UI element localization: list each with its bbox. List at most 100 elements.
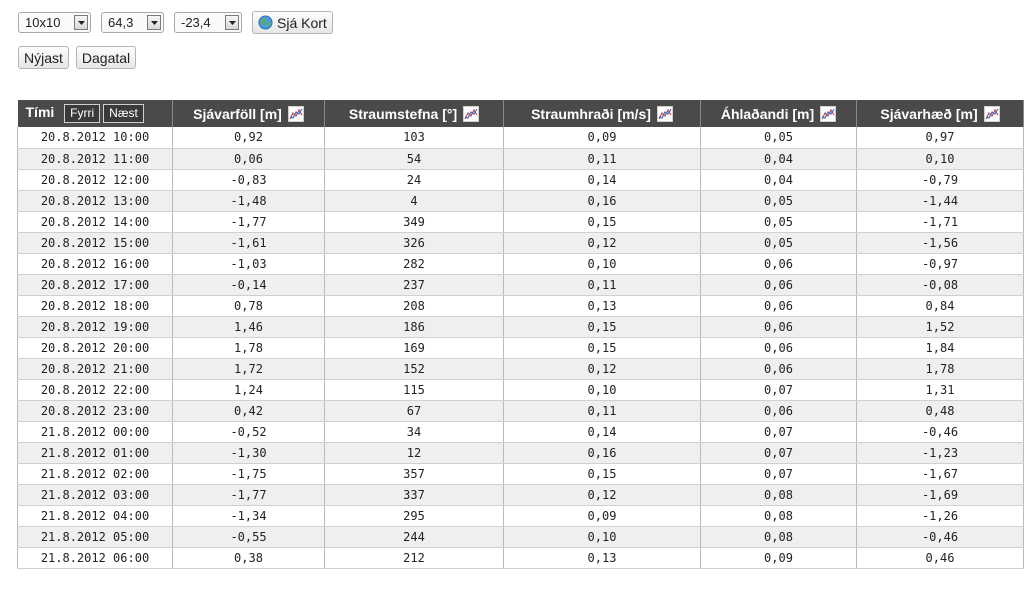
surge-cell: 0,06 — [700, 316, 857, 338]
grid-size-select[interactable]: 10x10 — [18, 12, 91, 33]
latitude-select[interactable]: 64,3 — [101, 12, 164, 33]
time-cell: 20.8.2012 11:00 — [17, 148, 173, 170]
time-header-label: Tími — [25, 104, 55, 121]
table-row: 20.8.2012 11:00 0,06 54 0,11 0,04 0,10 — [17, 148, 1024, 170]
table-row: 20.8.2012 17:00 -0,14 237 0,11 0,06 -0,08 — [17, 274, 1024, 296]
speed-cell: 0,11 — [503, 274, 701, 296]
table-row: 20.8.2012 23:00 0,42 67 0,11 0,06 0,48 — [17, 400, 1024, 422]
time-cell: 20.8.2012 23:00 — [17, 400, 173, 422]
location-controls: 10x10 64,3 -23,4 Sjá Kort — [18, 11, 340, 34]
chart-icon[interactable] — [820, 105, 837, 122]
time-cell: 21.8.2012 04:00 — [17, 505, 173, 527]
sea-level-cell: -1,56 — [856, 232, 1024, 254]
direction-cell: 212 — [324, 547, 504, 569]
surge-cell: 0,08 — [700, 484, 857, 506]
time-cell: 20.8.2012 16:00 — [17, 253, 173, 275]
speed-cell: 0,12 — [503, 484, 701, 506]
time-cell: 20.8.2012 15:00 — [17, 232, 173, 254]
table-row: 20.8.2012 22:00 1,24 115 0,10 0,07 1,31 — [17, 379, 1024, 401]
tide-cell: -0,55 — [172, 526, 325, 548]
speed-cell: 0,16 — [503, 442, 701, 464]
table-row: 20.8.2012 12:00 -0,83 24 0,14 0,04 -0,79 — [17, 169, 1024, 191]
time-cell: 21.8.2012 00:00 — [17, 421, 173, 443]
direction-cell: 349 — [324, 211, 504, 233]
surge-cell: 0,06 — [700, 253, 857, 275]
forecast-table-container: Tími Fyrri Næst Sjávarföll [m] Straumstef… — [17, 100, 1024, 569]
direction-cell: 34 — [324, 421, 504, 443]
tide-cell: -0,52 — [172, 421, 325, 443]
chevron-down-icon[interactable] — [225, 15, 239, 30]
surge-cell: 0,07 — [700, 442, 857, 464]
tide-cell: 0,38 — [172, 547, 325, 569]
speed-cell: 0,16 — [503, 190, 701, 212]
direction-cell: 54 — [324, 148, 504, 170]
surge-cell: 0,05 — [700, 127, 857, 149]
time-cell: 20.8.2012 21:00 — [17, 358, 173, 380]
direction-cell: 357 — [324, 463, 504, 485]
direction-cell: 295 — [324, 505, 504, 527]
longitude-select[interactable]: -23,4 — [174, 12, 242, 33]
table-row: 20.8.2012 16:00 -1,03 282 0,10 0,06 -0,97 — [17, 253, 1024, 275]
table-row: 20.8.2012 19:00 1,46 186 0,15 0,06 1,52 — [17, 316, 1024, 338]
speed-cell: 0,12 — [503, 358, 701, 380]
time-cell: 21.8.2012 06:00 — [17, 547, 173, 569]
next-button[interactable]: Næst — [103, 104, 144, 123]
direction-cell: 237 — [324, 274, 504, 296]
latest-button[interactable]: Nýjast — [18, 46, 69, 69]
column-header-label: Sjávarhæð [m] — [880, 105, 978, 122]
column-header-label: Áhlaðandi [m] — [720, 105, 815, 122]
sea-level-cell: -0,46 — [856, 421, 1024, 443]
calendar-label: Dagatal — [81, 49, 131, 66]
sea-level-cell: 0,48 — [856, 400, 1024, 422]
column-header-surge: Áhlaðandi [m] — [700, 100, 857, 127]
chart-icon[interactable] — [287, 105, 304, 122]
surge-cell: 0,05 — [700, 211, 857, 233]
table-header-row: Tími Fyrri Næst Sjávarföll [m] Straumstef… — [17, 100, 1024, 127]
chart-icon[interactable] — [656, 105, 673, 122]
table-row: 21.8.2012 03:00 -1,77 337 0,12 0,08 -1,69 — [17, 484, 1024, 506]
table-row: 21.8.2012 02:00 -1,75 357 0,15 0,07 -1,67 — [17, 463, 1024, 485]
speed-cell: 0,13 — [503, 547, 701, 569]
sea-level-cell: 1,31 — [856, 379, 1024, 401]
direction-cell: 67 — [324, 400, 504, 422]
direction-cell: 115 — [324, 379, 504, 401]
direction-cell: 244 — [324, 526, 504, 548]
tide-cell: 1,46 — [172, 316, 325, 338]
time-cell: 20.8.2012 19:00 — [17, 316, 173, 338]
tide-cell: 1,78 — [172, 337, 325, 359]
latitude-value: 64,3 — [108, 15, 134, 30]
table-row: 21.8.2012 04:00 -1,34 295 0,09 0,08 -1,26 — [17, 505, 1024, 527]
calendar-button[interactable]: Dagatal — [75, 46, 137, 69]
tide-cell: -0,14 — [172, 274, 325, 296]
time-cell: 20.8.2012 10:00 — [17, 127, 173, 149]
surge-cell: 0,06 — [700, 295, 857, 317]
sea-level-cell: -1,23 — [856, 442, 1024, 464]
direction-cell: 282 — [324, 253, 504, 275]
chart-icon[interactable] — [463, 105, 480, 122]
tide-cell: 1,72 — [172, 358, 325, 380]
table-row: 20.8.2012 18:00 0,78 208 0,13 0,06 0,84 — [17, 295, 1024, 317]
previous-button[interactable]: Fyrri — [64, 104, 101, 123]
sea-level-cell: -1,69 — [856, 484, 1024, 506]
show-map-button[interactable]: Sjá Kort — [252, 11, 333, 34]
surge-cell: 0,08 — [700, 526, 857, 548]
chart-icon[interactable] — [983, 105, 1000, 122]
surge-cell: 0,06 — [700, 358, 857, 380]
speed-cell: 0,09 — [503, 127, 701, 149]
speed-cell: 0,11 — [503, 400, 701, 422]
tide-cell: 0,92 — [172, 127, 325, 149]
sea-level-cell: -1,26 — [856, 505, 1024, 527]
table-row: 20.8.2012 21:00 1,72 152 0,12 0,06 1,78 — [17, 358, 1024, 380]
tide-cell: -0,83 — [172, 169, 325, 191]
time-cell: 20.8.2012 17:00 — [17, 274, 173, 296]
tide-cell: -1,75 — [172, 463, 325, 485]
speed-cell: 0,14 — [503, 169, 701, 191]
direction-cell: 326 — [324, 232, 504, 254]
surge-cell: 0,06 — [700, 274, 857, 296]
surge-cell: 0,05 — [700, 190, 857, 212]
chevron-down-icon[interactable] — [147, 15, 161, 30]
time-cell: 20.8.2012 14:00 — [17, 211, 173, 233]
chevron-down-icon[interactable] — [74, 15, 88, 30]
table-row: 20.8.2012 15:00 -1,61 326 0,12 0,05 -1,56 — [17, 232, 1024, 254]
direction-cell: 337 — [324, 484, 504, 506]
